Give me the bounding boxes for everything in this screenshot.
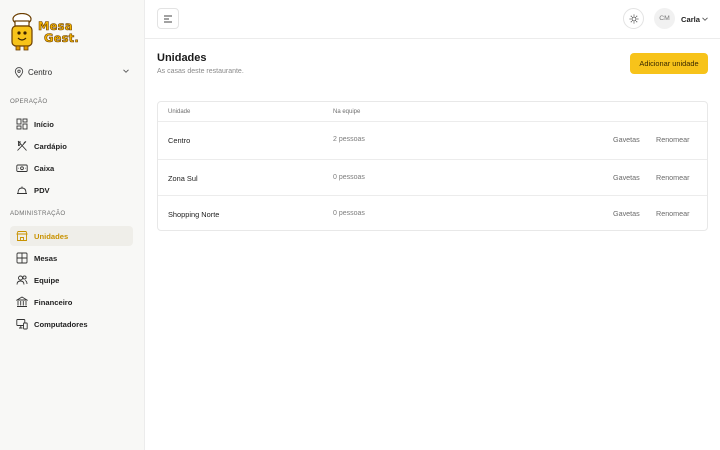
sidebar-item-unidades[interactable]: Unidades (10, 226, 133, 246)
devices-icon (16, 319, 28, 330)
brand-wordmark: Mesa Gest. (38, 20, 79, 45)
unit-name: Shopping Norte (168, 210, 220, 219)
sidebar-item-inicio[interactable]: Início (10, 114, 133, 134)
unit-team-count: 0 pessoas (333, 210, 365, 217)
branch-selector[interactable]: Centro (14, 65, 132, 79)
table-row: Zona Sul 0 pessoas Gavetas Renomear (158, 158, 707, 196)
brand-line2: Gest. (44, 31, 79, 45)
cash-icon (16, 164, 28, 172)
cloche-icon (17, 186, 27, 194)
column-header-unidade: Unidade (168, 109, 191, 115)
brand-logo[interactable]: Mesa Gest. (9, 13, 79, 51)
sidebar-item-equipe[interactable]: Equipe (10, 270, 133, 290)
sidebar-item-financeiro[interactable]: Financeiro (10, 292, 133, 312)
rename-button[interactable]: Renomear (656, 170, 690, 186)
unit-name: Centro (168, 136, 191, 145)
menu-icon (164, 15, 172, 22)
unit-team-count: 0 pessoas (333, 173, 365, 181)
chef-mascot-icon (11, 13, 33, 51)
bank-icon (16, 296, 28, 307)
column-header-na-equipe: Na equipe (333, 109, 361, 115)
sidebar-toggle-button[interactable] (157, 8, 179, 29)
sidebar-item-label: Equipe (34, 275, 60, 285)
sidebar-item-cardapio[interactable]: Cardápio (10, 136, 133, 156)
sidebar-item-caixa[interactable]: Caixa (10, 158, 133, 178)
table-grid-icon (16, 252, 28, 264)
sidebar-item-mesas[interactable]: Mesas (10, 248, 133, 268)
sidebar-item-label: Unidades (34, 231, 69, 241)
theme-toggle-button[interactable] (623, 8, 644, 29)
drawers-button[interactable]: Gavetas (613, 170, 640, 186)
unit-name: Zona Sul (168, 173, 198, 183)
dashboard-icon (16, 118, 28, 130)
drawers-button[interactable]: Gavetas (613, 206, 640, 222)
sidebar: Mesa Gest. Centro OPERAÇÃO Início Cardáp… (0, 0, 145, 450)
unit-team-count: 2 pessoas (333, 136, 365, 143)
sidebar-item-pdv[interactable]: PDV (10, 180, 133, 200)
user-menu-name[interactable]: Carla (681, 15, 700, 24)
section-title-administracao: ADMINISTRAÇÃO (10, 210, 66, 217)
table-row: Shopping Norte 0 pessoas Gavetas Renomea… (158, 195, 707, 232)
chevron-down-icon (123, 69, 129, 73)
sidebar-item-label: Computadores (34, 319, 88, 329)
rename-button[interactable]: Renomear (656, 206, 690, 222)
table-row: Centro 2 pessoas Gavetas Renomear (158, 122, 707, 159)
table-header: Unidade Na equipe (158, 102, 707, 122)
branch-selector-value: Centro (28, 67, 53, 77)
section-title-operacao: OPERAÇÃO (10, 98, 48, 105)
chevron-down-icon[interactable] (701, 15, 709, 23)
utensils-icon (17, 140, 27, 151)
sidebar-item-label: Financeiro (34, 297, 73, 307)
sidebar-item-label: Caixa (34, 163, 55, 173)
sun-icon (629, 14, 638, 23)
top-bar: CM Carla (145, 0, 720, 39)
sidebar-item-label: PDV (34, 185, 50, 195)
page-subtitle: As casas deste restaurante. (157, 68, 244, 75)
sidebar-item-label: Cardápio (34, 141, 67, 151)
sidebar-item-label: Mesas (34, 253, 58, 263)
avatar[interactable]: CM (654, 8, 675, 29)
store-icon (16, 231, 28, 241)
sidebar-item-label: Início (34, 119, 54, 129)
page-title: Unidades (157, 52, 207, 64)
units-table: Unidade Na equipe Centro 2 pessoas Gavet… (157, 101, 708, 231)
drawers-button[interactable]: Gavetas (613, 132, 640, 148)
sidebar-item-computadores[interactable]: Computadores (10, 314, 133, 334)
add-unit-button[interactable]: Adicionar unidade (630, 53, 708, 74)
map-pin-icon (14, 66, 24, 78)
rename-button[interactable]: Renomear (656, 132, 690, 148)
users-icon (16, 275, 28, 285)
